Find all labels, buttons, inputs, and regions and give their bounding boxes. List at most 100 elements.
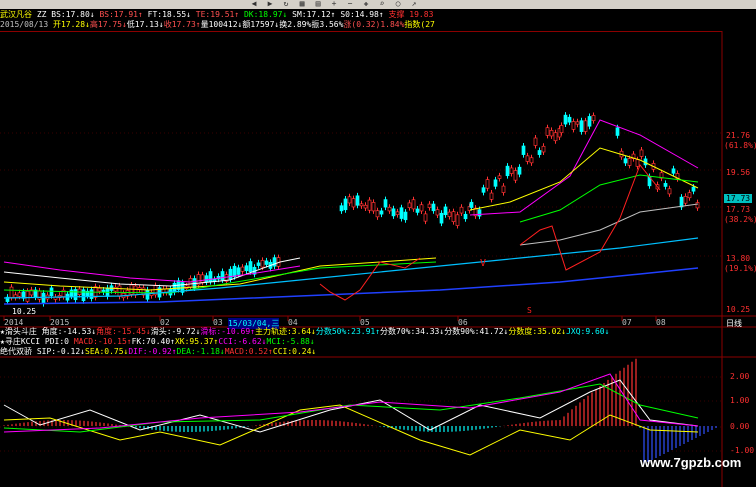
candle-body xyxy=(387,206,392,212)
indicator1-item: 分数70%:34.33↓ xyxy=(380,327,445,336)
candle-body xyxy=(228,268,233,280)
candle-body xyxy=(635,159,640,167)
candle-body xyxy=(553,132,558,142)
candle-body xyxy=(232,265,237,278)
candle-body xyxy=(81,289,86,302)
price-axis-fib: (38.2%) xyxy=(724,215,756,224)
indicator-axis-label: -1.00 xyxy=(730,446,755,455)
candle-body xyxy=(117,285,122,297)
date-axis-label: 04 xyxy=(288,318,298,327)
candle-body xyxy=(383,199,388,208)
candle-body xyxy=(343,198,348,211)
candle-body xyxy=(17,292,22,297)
price-axis-label: 21.76 xyxy=(726,131,751,140)
candle-body xyxy=(73,289,78,301)
candle-body xyxy=(623,158,628,164)
indicator-axis-label: 1.00 xyxy=(730,396,750,405)
candle-body xyxy=(339,205,344,212)
price-axis-label: 17.73 xyxy=(726,205,751,214)
indicator2-item: CCI:-6.62↓ xyxy=(218,337,267,346)
candle-body xyxy=(537,150,542,155)
date-axis-label: 07 xyxy=(622,318,632,327)
candle-body xyxy=(545,127,550,136)
indicator3-item: SEA:0.75↓ xyxy=(85,347,129,356)
candle-body xyxy=(427,203,432,209)
candle-body xyxy=(264,260,269,265)
indicator1-item: 滑头:-9.72↓ xyxy=(150,327,201,336)
date-axis-label: 08 xyxy=(656,318,666,327)
indicator-axis-label: 2.00 xyxy=(730,372,750,381)
candle-body xyxy=(145,289,150,300)
indicator3-item: 绝代双骄 xyxy=(0,347,37,356)
date-axis-label: 05 xyxy=(360,318,370,327)
candle-body xyxy=(615,127,620,136)
candle-body xyxy=(101,289,106,293)
candle-body xyxy=(679,196,684,208)
candle-body xyxy=(549,129,554,137)
candle-body xyxy=(200,274,205,283)
candle-body xyxy=(25,290,30,302)
indicator2-item: MCI:-5.88↓ xyxy=(266,337,315,346)
kline-chart-canvas[interactable]: VS xyxy=(0,0,756,487)
candle-body xyxy=(423,213,428,222)
candle-body xyxy=(208,271,213,283)
candle-body xyxy=(587,116,592,127)
candle-body xyxy=(671,168,676,174)
ma-silver-upper-line xyxy=(519,203,699,246)
candle-body xyxy=(435,209,440,216)
candle-body xyxy=(355,195,360,206)
candle-body xyxy=(256,262,261,266)
candle-body xyxy=(451,211,456,222)
candle-body xyxy=(41,292,46,305)
candle-body xyxy=(541,145,546,153)
candle-body xyxy=(371,202,376,212)
indicator1-item: 主力轨迹:3.64↓ xyxy=(254,327,316,336)
candle-body xyxy=(663,183,668,187)
candle-body xyxy=(591,115,596,122)
candle-body xyxy=(419,204,424,212)
date-axis-label: 2014 xyxy=(4,318,24,327)
candle-body xyxy=(459,206,464,214)
candle-body xyxy=(525,155,530,162)
candle-body xyxy=(497,175,502,179)
indicator1-item: 分数度:35.02↓ xyxy=(508,327,567,336)
candle-body xyxy=(485,179,490,189)
indicator-axis-label: 0.00 xyxy=(730,422,750,431)
candle-body xyxy=(411,199,416,210)
candle-body xyxy=(407,202,412,209)
indicator1-item: 角度:-15.45↓ xyxy=(96,327,151,336)
candle-body xyxy=(489,192,494,200)
candle-body xyxy=(691,186,696,192)
candle-body xyxy=(391,208,396,217)
indicator2-item: XK:95.37↑ xyxy=(174,337,219,346)
candle-body xyxy=(9,286,14,298)
candle-body xyxy=(517,166,522,175)
watermark: www.7gpzb.com xyxy=(640,455,742,470)
candle-body xyxy=(260,260,265,268)
price-axis-label: 10.25 xyxy=(726,305,751,314)
candle-body xyxy=(363,204,368,209)
candle-body xyxy=(509,167,514,174)
candle-body xyxy=(477,209,482,217)
ma-yellow-upper-line xyxy=(469,147,699,211)
indicator1-item: JXQ:9.60↓ xyxy=(566,327,610,336)
candle-body xyxy=(431,203,436,212)
candle-body xyxy=(575,121,580,125)
candle-body xyxy=(455,214,460,226)
header-divider xyxy=(0,31,722,32)
date-axis-label: 03 xyxy=(213,318,223,327)
candle-body xyxy=(493,179,498,187)
candle-body xyxy=(481,187,486,193)
period-label[interactable]: 日线 xyxy=(726,318,742,329)
indicator2-item: MACD:-10.15↑ xyxy=(73,337,132,346)
candle-body xyxy=(399,207,404,219)
ma-blue-line xyxy=(3,267,699,305)
candle-body xyxy=(244,265,249,272)
candle-body xyxy=(501,185,506,193)
candle-body xyxy=(439,212,444,224)
candle-body xyxy=(415,208,420,213)
candle-body xyxy=(248,261,253,273)
candle-body xyxy=(443,206,448,216)
indicator2-item: FK:70.40↑ xyxy=(131,337,175,346)
indicator3-item: SIP:-0.12↓ xyxy=(36,347,85,356)
